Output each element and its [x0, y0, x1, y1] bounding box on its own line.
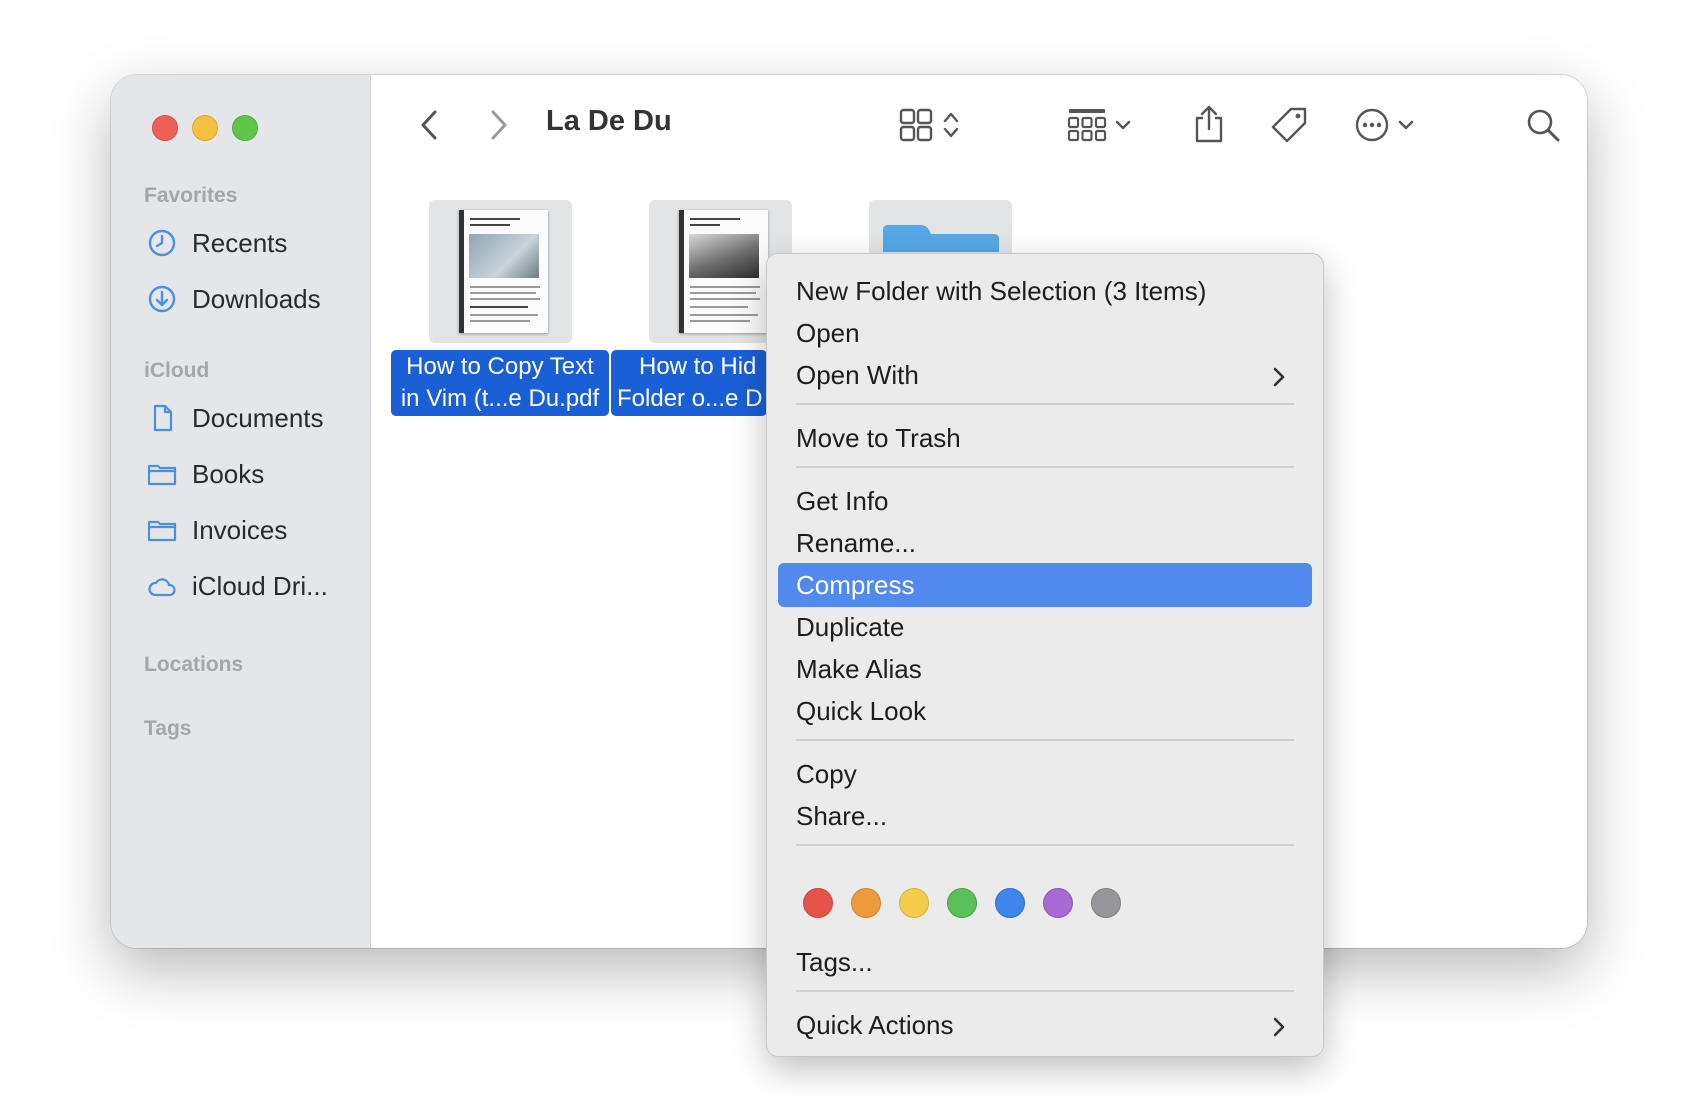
close-button[interactable]: [152, 115, 178, 141]
menu-item-copy[interactable]: Copy: [778, 752, 1312, 796]
file-name-label: How to Hid Folder o...e D: [611, 350, 767, 416]
forward-icon: [489, 109, 509, 141]
menu-item-move-to-trash[interactable]: Move to Trash: [778, 416, 1312, 460]
tag-color-blue[interactable]: [995, 888, 1025, 918]
menu-item-open[interactable]: Open: [778, 311, 1312, 355]
chevron-down-icon: [1115, 119, 1131, 131]
chevron-right-icon: [1272, 364, 1286, 395]
file-thumbnail: [429, 200, 572, 343]
menu-item-share[interactable]: Share...: [778, 794, 1312, 838]
menu-item-duplicate[interactable]: Duplicate: [778, 605, 1312, 649]
tag-color-gray[interactable]: [1091, 888, 1121, 918]
document-icon: [146, 402, 178, 434]
menu-item-open-with[interactable]: Open With: [778, 353, 1312, 397]
window-title: La De Du: [546, 105, 672, 137]
zoom-button[interactable]: [232, 115, 258, 141]
more-actions-icon: [1354, 107, 1390, 143]
tag-color-red[interactable]: [803, 888, 833, 918]
menu-separator: [796, 466, 1294, 468]
group-icon: [1067, 107, 1107, 143]
section-label-tags[interactable]: Tags: [144, 717, 191, 741]
sidebar-item-downloads[interactable]: Downloads: [146, 279, 321, 319]
menu-item-make-alias[interactable]: Make Alias: [778, 647, 1312, 691]
cloud-icon: [146, 570, 178, 602]
tag-color-yellow[interactable]: [899, 888, 929, 918]
menu-item-label: Open With: [796, 359, 919, 390]
sidebar-item-recents[interactable]: Recents: [146, 223, 287, 263]
menu-item-label: Quick Actions: [796, 1009, 954, 1040]
tag-color-green[interactable]: [947, 888, 977, 918]
tag-color-purple[interactable]: [1043, 888, 1073, 918]
search-button[interactable]: [1521, 103, 1565, 147]
file-item[interactable]: How to Hid Folder o...e D: [611, 200, 792, 420]
sidebar: Favorites Recents Downloads iCloud Docum…: [111, 75, 371, 948]
menu-separator: [796, 403, 1294, 405]
group-button[interactable]: [1061, 103, 1137, 147]
back-icon: [419, 109, 439, 141]
folder-icon: [146, 458, 178, 490]
chevron-up-down-icon: [943, 110, 959, 140]
clock-icon: [146, 227, 178, 259]
menu-item-tags[interactable]: Tags...: [778, 940, 1312, 984]
tag-color-orange[interactable]: [851, 888, 881, 918]
menu-item-compress[interactable]: Compress: [778, 563, 1312, 607]
download-icon: [146, 283, 178, 315]
forward-button[interactable]: [481, 105, 517, 145]
sidebar-item-books[interactable]: Books: [146, 454, 264, 494]
file-name-label: How to Copy Text in Vim (t...e Du.pdf: [391, 350, 609, 416]
icon-view-icon: [899, 108, 933, 142]
sidebar-item-label: Invoices: [192, 514, 288, 545]
chevron-down-icon: [1398, 119, 1414, 131]
section-label-icloud: iCloud: [144, 359, 210, 382]
menu-separator: [796, 990, 1294, 992]
file-item[interactable]: How to Copy Text in Vim (t...e Du.pdf: [391, 200, 611, 420]
search-icon: [1525, 107, 1561, 143]
section-label-favorites: Favorites: [144, 184, 238, 207]
pdf-preview-icon: [459, 210, 548, 333]
sidebar-item-label: Downloads: [192, 283, 321, 314]
folder-icon: [881, 222, 1001, 252]
sidebar-item-label: iCloud Dri...: [192, 570, 328, 601]
view-mode-button[interactable]: [891, 103, 967, 147]
sidebar-item-icloud-drive[interactable]: iCloud Dri...: [146, 566, 328, 606]
sidebar-item-invoices[interactable]: Invoices: [146, 510, 287, 550]
menu-item-get-info[interactable]: Get Info: [778, 479, 1312, 523]
section-label-locations[interactable]: Locations: [144, 653, 243, 677]
minimize-button[interactable]: [192, 115, 218, 141]
more-actions-button[interactable]: [1349, 103, 1419, 147]
back-button[interactable]: [411, 105, 447, 145]
tag-icon: [1270, 106, 1308, 144]
sidebar-item-documents[interactable]: Documents: [146, 398, 324, 438]
share-button[interactable]: [1189, 101, 1229, 147]
share-icon: [1193, 104, 1225, 144]
menu-item-new-folder-with-selection[interactable]: New Folder with Selection (3 Items): [778, 269, 1312, 313]
menu-item-quick-look[interactable]: Quick Look: [778, 689, 1312, 733]
menu-separator: [796, 844, 1294, 846]
tag-button[interactable]: [1267, 103, 1311, 147]
menu-item-quick-actions[interactable]: Quick Actions: [778, 1003, 1312, 1047]
context-menu: New Folder with Selection (3 Items) Open…: [766, 253, 1324, 1057]
sidebar-item-label: Books: [192, 458, 265, 489]
menu-item-rename[interactable]: Rename...: [778, 521, 1312, 565]
sidebar-item-label: Recents: [192, 227, 288, 258]
folder-icon: [146, 514, 178, 546]
pdf-preview-icon: [679, 210, 768, 333]
menu-separator: [796, 739, 1294, 741]
sidebar-item-label: Documents: [192, 402, 324, 433]
chevron-right-icon: [1272, 1014, 1286, 1045]
